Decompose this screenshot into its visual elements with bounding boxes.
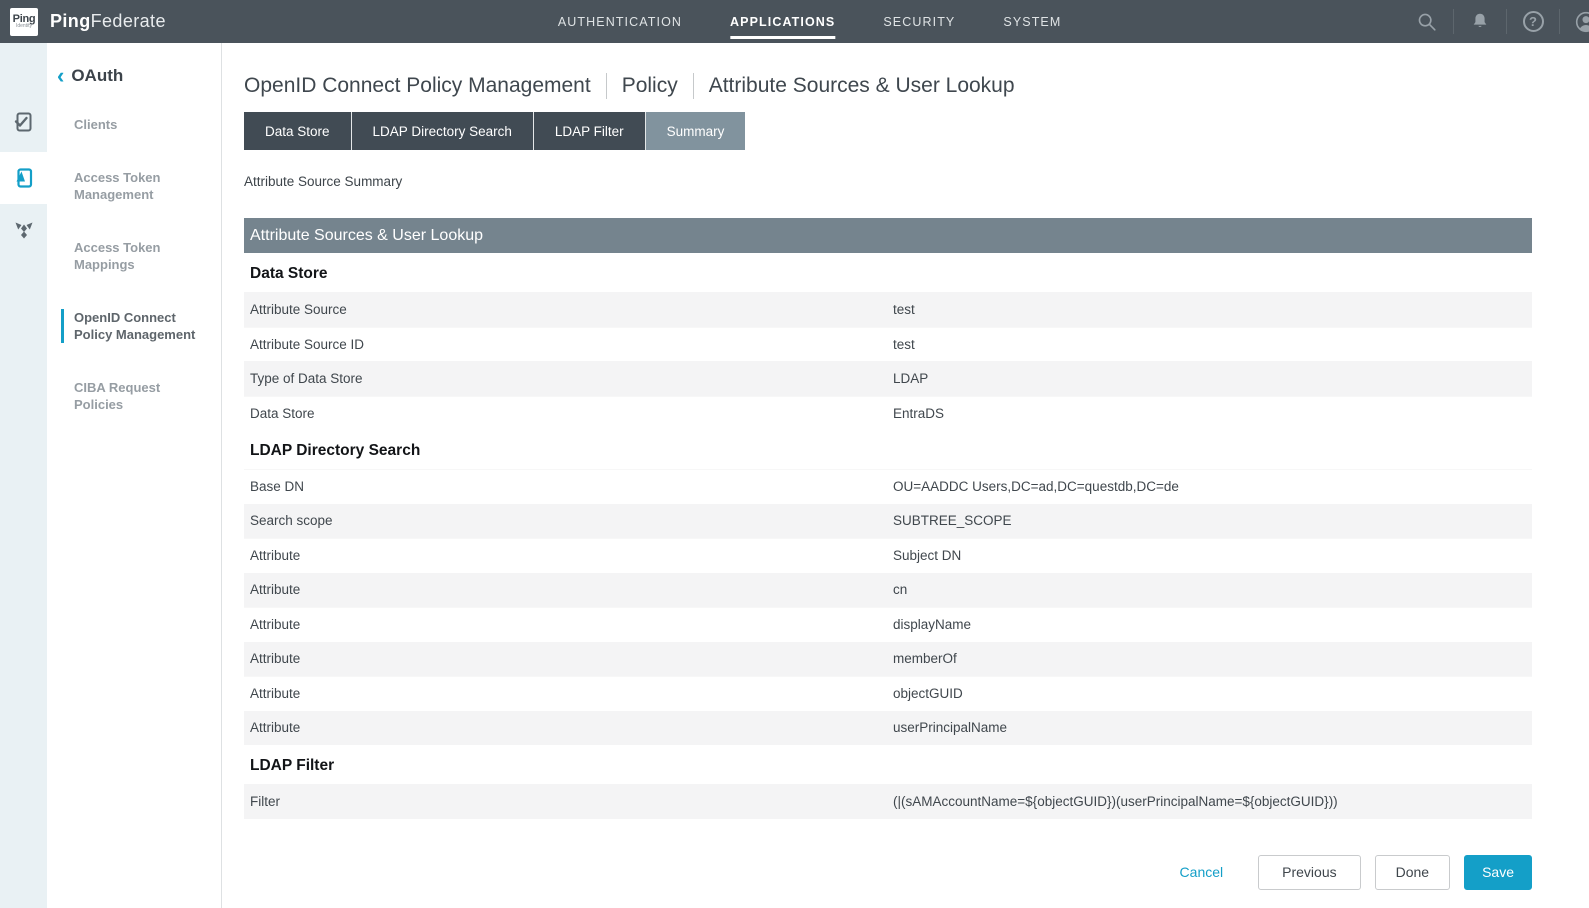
row-value: Subject DN	[893, 548, 1532, 563]
tab-data-store[interactable]: Data Store	[244, 112, 352, 150]
nav-item-security[interactable]: SECURITY	[883, 11, 955, 33]
table-row: Filter(|(sAMAccountName=${objectGUID})(u…	[244, 784, 1532, 819]
sidebar-items: Clients Access Token Management Access Tok…	[47, 116, 221, 413]
nav-item-system[interactable]: SYSTEM	[1003, 11, 1061, 33]
row-value: OU=AADDC Users,DC=ad,DC=questdb,DC=de	[893, 479, 1532, 494]
row-value: test	[893, 302, 1532, 317]
row-value: memberOf	[893, 651, 1532, 666]
table-row: Type of Data StoreLDAP	[244, 361, 1532, 396]
row-label: Search scope	[244, 513, 893, 528]
chevron-left-icon: ‹	[57, 68, 64, 84]
nav-item-applications[interactable]: APPLICATIONS	[730, 11, 835, 33]
sidebar: ‹ OAuth Clients Access Token Management Ac…	[47, 43, 222, 908]
sidebar-back-oauth[interactable]: ‹ OAuth	[57, 66, 221, 86]
row-label: Type of Data Store	[244, 371, 893, 386]
row-label: Attribute	[244, 548, 893, 563]
sidebar-item-openid-connect-policy-management[interactable]: OpenID Connect Policy Management	[61, 309, 203, 343]
clients-icon[interactable]	[0, 96, 47, 148]
ping-identity-logo[interactable]: Ping Identity	[10, 8, 38, 36]
tab-summary[interactable]: Summary	[646, 112, 746, 150]
breadcrumb-separator	[606, 73, 607, 99]
step-tabs: Data StoreLDAP Directory SearchLDAP Filt…	[244, 112, 1532, 150]
row-label: Attribute	[244, 720, 893, 735]
product-name: PingFederate	[50, 11, 166, 32]
row-label: Attribute Source	[244, 302, 893, 317]
table-row: AttributememberOf	[244, 642, 1532, 677]
row-value: (|(sAMAccountName=${objectGUID})(userPri…	[893, 794, 1532, 809]
row-label: Filter	[244, 794, 893, 809]
table-row: Attribute Sourcetest	[244, 292, 1532, 327]
notifications-bell-icon[interactable]	[1468, 10, 1492, 34]
breadcrumb-segment: Policy	[622, 74, 678, 98]
breadcrumb-segment: Attribute Sources & User Lookup	[709, 74, 1015, 98]
summary-label: Attribute Source Summary	[244, 174, 1532, 189]
breadcrumb-separator	[693, 73, 694, 99]
row-label: Data Store	[244, 406, 893, 421]
icon-strip	[0, 43, 47, 908]
row-value: objectGUID	[893, 686, 1532, 701]
done-button[interactable]: Done	[1375, 855, 1450, 890]
row-value: SUBTREE_SCOPE	[893, 513, 1532, 528]
row-label: Attribute	[244, 686, 893, 701]
row-label: Attribute	[244, 582, 893, 597]
row-value: userPrincipalName	[893, 720, 1532, 735]
summary-table: Data StoreAttribute SourcetestAttribute …	[244, 265, 1532, 819]
top-icons: ?	[1401, 0, 1589, 43]
table-row: Attributecn	[244, 573, 1532, 608]
footer-actions: Cancel Previous Done Save	[244, 855, 1532, 890]
row-label: Attribute	[244, 617, 893, 632]
table-header: Attribute Sources & User Lookup	[244, 218, 1532, 253]
brand: Ping Identity PingFederate	[0, 8, 166, 36]
cancel-button[interactable]: Cancel	[1180, 864, 1224, 880]
row-label: Base DN	[244, 479, 893, 494]
previous-button[interactable]: Previous	[1258, 855, 1360, 890]
save-button[interactable]: Save	[1464, 855, 1532, 890]
access-token-mappings-icon[interactable]	[0, 204, 47, 256]
section-title-data-store: Data Store	[250, 265, 1532, 283]
user-account-icon[interactable]	[1574, 10, 1589, 34]
section-title-ldap-filter: LDAP Filter	[250, 757, 1532, 775]
table-row: Data StoreEntraDS	[244, 396, 1532, 431]
breadcrumb-segment: OpenID Connect Policy Management	[244, 74, 591, 98]
table-row: AttributeuserPrincipalName	[244, 711, 1532, 746]
row-value: LDAP	[893, 371, 1532, 386]
top-bar: Ping Identity PingFederate AUTHENTICATIO…	[0, 0, 1589, 43]
nav-item-authentication[interactable]: AUTHENTICATION	[558, 11, 682, 33]
table-row: AttributeSubject DN	[244, 538, 1532, 573]
divider	[1453, 9, 1454, 34]
sidebar-item-access-token-management[interactable]: Access Token Management	[61, 169, 203, 203]
logo-subtext: Identity	[16, 24, 32, 29]
row-value: cn	[893, 582, 1532, 597]
tab-ldap-directory-search[interactable]: LDAP Directory Search	[352, 112, 534, 150]
table-row: Base DNOU=AADDC Users,DC=ad,DC=questdb,D…	[244, 469, 1532, 504]
sidebar-item-clients[interactable]: Clients	[61, 116, 203, 133]
tab-ldap-filter[interactable]: LDAP Filter	[534, 112, 646, 150]
top-nav: AUTHENTICATION APPLICATIONS SECURITY SYSTEM	[558, 0, 1062, 43]
table-row: Attribute Source IDtest	[244, 327, 1532, 362]
main-content: OpenID Connect Policy Management Policy At…	[222, 43, 1589, 908]
search-icon[interactable]	[1415, 10, 1439, 34]
access-token-management-icon[interactable]	[0, 152, 47, 204]
page-title: OpenID Connect Policy Management Policy At…	[244, 73, 1532, 99]
row-value: displayName	[893, 617, 1532, 632]
help-icon[interactable]: ?	[1521, 10, 1545, 34]
table-row: AttributeobjectGUID	[244, 676, 1532, 711]
table-row: AttributedisplayName	[244, 607, 1532, 642]
sidebar-section-title: OAuth	[71, 66, 123, 86]
divider	[1506, 9, 1507, 34]
app-shell: ‹ OAuth Clients Access Token Management Ac…	[0, 43, 1589, 908]
sidebar-item-ciba-request-policies[interactable]: CIBA Request Policies	[61, 379, 203, 413]
section-title-ldap-directory-search: LDAP Directory Search	[250, 442, 1532, 460]
sidebar-item-access-token-mappings[interactable]: Access Token Mappings	[61, 239, 203, 273]
divider	[1559, 9, 1560, 34]
row-label: Attribute	[244, 651, 893, 666]
row-value: EntraDS	[893, 406, 1532, 421]
table-row: Search scopeSUBTREE_SCOPE	[244, 504, 1532, 539]
row-label: Attribute Source ID	[244, 337, 893, 352]
row-value: test	[893, 337, 1532, 352]
